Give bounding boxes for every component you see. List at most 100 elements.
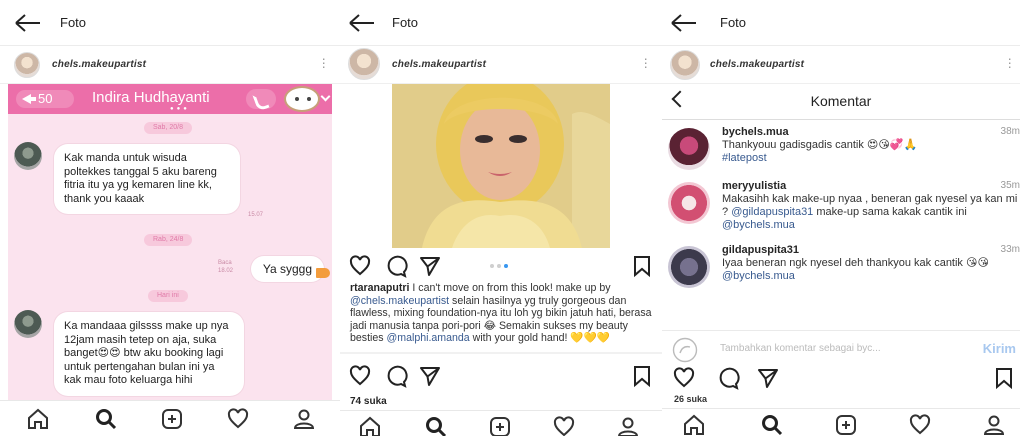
avatar[interactable] (670, 50, 700, 80)
commenter-avatar[interactable] (668, 246, 710, 288)
search-icon[interactable] (760, 413, 784, 436)
mention-link[interactable]: @malphi.amanda (387, 332, 470, 344)
date-pill: Hari ini (148, 290, 188, 302)
mention-link[interactable]: @chels.makeupartist (350, 295, 449, 307)
comment-body: make-up sama kakak cantik ini (813, 206, 967, 218)
hashtag-link[interactable]: #latepost (722, 152, 767, 164)
commenter-avatar[interactable] (668, 128, 710, 170)
portrait-image (392, 84, 610, 248)
post-photo[interactable] (392, 84, 610, 248)
post-actions (340, 254, 662, 280)
commenter-name[interactable]: meryyulistia (722, 180, 786, 192)
comments-header: Komentar (662, 84, 1020, 120)
chat-avatar (14, 142, 42, 170)
back-arrow-icon[interactable] (14, 12, 42, 34)
more-options-icon[interactable]: · · · (643, 51, 648, 73)
mention-link[interactable]: @bychels.mua (722, 219, 795, 231)
camera-icon[interactable] (672, 337, 698, 363)
comments-title: Komentar (810, 93, 872, 109)
top-bar: Foto (0, 0, 340, 46)
heart-icon[interactable] (226, 407, 250, 431)
home-icon[interactable] (682, 413, 706, 436)
date-pill: Rab, 24/8 (144, 234, 193, 246)
more-options-icon[interactable]: · · · (321, 51, 326, 73)
mention-link[interactable]: @bychels.mua (722, 270, 795, 282)
post-header: chels.makeupartist · · · (340, 46, 662, 84)
commenter-avatar[interactable] (668, 182, 710, 224)
chevron-down-icon (320, 91, 331, 102)
chat-contact-name: Indira Hudhayanti (92, 89, 210, 106)
commenter-name[interactable]: gildapuspita31 (722, 244, 799, 256)
home-icon[interactable] (358, 415, 382, 436)
carrot-sticker-icon (316, 268, 330, 278)
mention-link[interactable]: @gildapuspita31 (731, 206, 813, 218)
share-icon[interactable] (418, 254, 442, 278)
search-icon[interactable] (424, 415, 448, 436)
page-title: Foto (60, 15, 87, 30)
new-post-icon[interactable] (488, 415, 512, 436)
caption-text: with your gold hand! 💛💛💛 (469, 332, 610, 345)
like-count[interactable]: 74 suka (350, 396, 387, 407)
post-comment-button[interactable]: Kirim (983, 341, 1016, 356)
new-post-icon[interactable] (834, 413, 858, 436)
comment-body: Thankyouu gadisgadis cantik 😍😘💞🙏 (722, 139, 918, 151)
like-heart-icon[interactable] (348, 364, 372, 388)
share-icon[interactable] (418, 364, 442, 388)
back-arrow-icon[interactable] (348, 12, 376, 34)
more-options-icon[interactable]: · · · (1007, 51, 1012, 73)
comment-item: meryyulistia 35m Makasihh kak make-up ny… (662, 180, 1020, 236)
new-post-icon[interactable] (160, 407, 184, 431)
bottom-nav (662, 408, 1020, 436)
comment-icon[interactable] (716, 366, 740, 390)
add-comment-bar: Tambahkan komentar sebagai byc... Kirim (662, 330, 1020, 368)
comment-text: Iyaa beneran ngk nyesel deh thankyou kak… (722, 257, 1020, 283)
post-caption: rtaranaputri I can't move on from this l… (350, 282, 654, 345)
caption-username[interactable]: rtaranaputri (350, 282, 409, 294)
heart-icon[interactable] (908, 413, 932, 436)
profile-icon[interactable] (292, 407, 316, 431)
sticker-icon (284, 86, 320, 112)
like-heart-icon[interactable] (672, 366, 696, 390)
read-label: Baca (218, 260, 232, 266)
heart-icon[interactable] (552, 415, 576, 436)
like-count[interactable]: 26 suka (674, 394, 707, 404)
profile-icon[interactable] (616, 415, 640, 436)
bookmark-icon[interactable] (630, 254, 654, 278)
caption-text: I can't move on from this look! make up … (409, 282, 611, 294)
username[interactable]: chels.makeupartist (52, 59, 146, 70)
bookmark-icon[interactable] (630, 364, 654, 388)
message-time: 15.07 (248, 212, 264, 218)
comment-icon[interactable] (384, 364, 408, 388)
phone-icon (246, 89, 276, 109)
carousel-dots (490, 264, 512, 270)
panel-photo-post: Foto chels.makeupartist · · · rtaranaputri… (340, 0, 662, 436)
share-icon[interactable] (756, 366, 780, 390)
chat-reply: Ya syggg (250, 256, 324, 282)
username[interactable]: chels.makeupartist (392, 59, 486, 70)
comment-body: Iyaa beneran ngk nyesel deh thankyou kak… (722, 257, 989, 269)
bookmark-icon[interactable] (992, 366, 1016, 390)
add-comment-input[interactable]: Tambahkan komentar sebagai byc... (720, 343, 881, 354)
avatar[interactable] (348, 48, 380, 80)
back-arrow-icon[interactable] (670, 12, 698, 34)
comment-item: bychels.mua 38m Thankyouu gadisgadis can… (662, 126, 1020, 172)
page-dots-icon: ●●● (170, 106, 190, 112)
comment-time: 35m (1000, 180, 1020, 191)
comment-icon[interactable] (384, 254, 408, 278)
post-actions (662, 366, 1020, 392)
commenter-name[interactable]: bychels.mua (722, 126, 789, 138)
profile-icon[interactable] (982, 413, 1006, 436)
search-icon[interactable] (94, 407, 118, 431)
comment-text: Thankyouu gadisgadis cantik 😍😘💞🙏 #latepos… (722, 139, 1020, 165)
username[interactable]: chels.makeupartist (710, 59, 804, 70)
chat-message: Kak manda untuk wisuda poltekkes tanggal… (54, 144, 240, 214)
like-heart-icon[interactable] (348, 254, 372, 278)
chat-back-button: 50 (16, 90, 74, 108)
comment-time: 38m (1000, 126, 1020, 137)
home-icon[interactable] (26, 407, 50, 431)
avatar[interactable] (14, 52, 40, 78)
chat-screenshot: 50 Indira Hudhayanti ●●● Sab, 20/8 Kak m… (8, 84, 332, 402)
chat-avatar (14, 310, 42, 338)
page-title: Foto (392, 15, 419, 30)
post-header: chels.makeupartist · · · (0, 46, 340, 84)
